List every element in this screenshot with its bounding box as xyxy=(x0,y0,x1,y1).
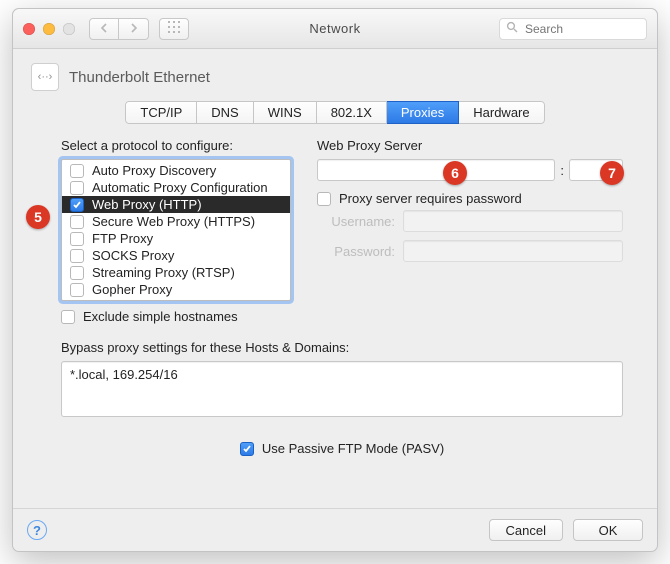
search-field[interactable] xyxy=(499,18,647,40)
ok-button[interactable]: OK xyxy=(573,519,643,541)
requires-password-checkbox[interactable] xyxy=(317,192,331,206)
chevron-right-icon xyxy=(130,22,138,36)
window-controls xyxy=(23,23,75,35)
requires-password-label: Proxy server requires password xyxy=(339,191,522,206)
ethernet-icon: ‹··› xyxy=(31,63,59,91)
password-row: Password: xyxy=(317,240,623,262)
passive-ftp-row[interactable]: Use Passive FTP Mode (PASV) xyxy=(240,441,444,456)
show-all-button[interactable] xyxy=(159,18,189,40)
username-row: Username: xyxy=(317,210,623,232)
username-label: Username: xyxy=(317,214,395,229)
protocol-label: Automatic Proxy Configuration xyxy=(92,180,268,195)
web-proxy-server-label: Web Proxy Server xyxy=(317,138,623,153)
protocol-checkbox[interactable] xyxy=(70,266,84,280)
protocol-row[interactable]: Streaming Proxy (RTSP) xyxy=(62,264,290,281)
protocol-label: Secure Web Proxy (HTTPS) xyxy=(92,214,255,229)
proxy-host-input[interactable] xyxy=(317,159,555,181)
connection-name: Thunderbolt Ethernet xyxy=(69,69,210,86)
exclude-simple-label: Exclude simple hostnames xyxy=(83,309,238,324)
protocol-checkbox[interactable] xyxy=(70,181,84,195)
protocol-label: Web Proxy (HTTP) xyxy=(92,197,202,212)
protocol-row[interactable]: SOCKS Proxy xyxy=(62,247,290,264)
username-input xyxy=(403,210,623,232)
zoom-window-button xyxy=(63,23,75,35)
exclude-simple-checkbox[interactable] xyxy=(61,310,75,324)
bypass-value: *.local, 169.254/16 xyxy=(70,367,178,382)
grid-icon xyxy=(168,21,180,36)
protocol-label: SOCKS Proxy xyxy=(92,248,174,263)
password-input xyxy=(403,240,623,262)
protocol-checkbox[interactable] xyxy=(70,164,84,178)
protocol-checkbox[interactable] xyxy=(70,249,84,263)
password-label: Password: xyxy=(317,244,395,259)
protocol-checkbox[interactable] xyxy=(70,198,84,212)
protocol-row[interactable]: FTP Proxy xyxy=(62,230,290,247)
protocol-label: FTP Proxy xyxy=(92,231,153,246)
nav-back-forward xyxy=(89,18,149,40)
protocol-list[interactable]: Auto Proxy Discovery Automatic Proxy Conf… xyxy=(61,159,291,301)
chevron-left-icon xyxy=(100,22,108,36)
tab-proxies[interactable]: Proxies xyxy=(387,101,459,124)
tab-802-1x[interactable]: 802.1X xyxy=(317,101,387,124)
protocol-label: Gopher Proxy xyxy=(92,282,172,297)
protocol-row[interactable]: Web Proxy (HTTP) xyxy=(62,196,290,213)
minimize-window-button[interactable] xyxy=(43,23,55,35)
passive-ftp-checkbox[interactable] xyxy=(240,442,254,456)
callout-badge-5: 5 xyxy=(26,205,50,229)
protocol-checkbox[interactable] xyxy=(70,283,84,297)
select-protocol-label: Select a protocol to configure: xyxy=(61,138,291,153)
callout-badge-6: 6 xyxy=(443,161,467,185)
bypass-textarea[interactable]: *.local, 169.254/16 xyxy=(61,361,623,417)
protocol-label: Streaming Proxy (RTSP) xyxy=(92,265,235,280)
bypass-label: Bypass proxy settings for these Hosts & … xyxy=(61,340,623,355)
requires-password-row[interactable]: Proxy server requires password xyxy=(317,191,623,206)
close-window-button[interactable] xyxy=(23,23,35,35)
search-icon xyxy=(506,21,523,36)
tab-tcp-ip[interactable]: TCP/IP xyxy=(125,101,197,124)
network-advanced-window: Network ‹··› Thunderbolt Ethernet TCP/IP… xyxy=(12,8,658,552)
proxies-pane: Select a protocol to configure: Auto Pro… xyxy=(13,138,657,508)
tabs-row: TCP/IPDNSWINS802.1XProxiesHardware xyxy=(13,97,657,138)
cancel-button[interactable]: Cancel xyxy=(489,519,563,541)
tab-wins[interactable]: WINS xyxy=(254,101,317,124)
nav-back-button[interactable] xyxy=(89,18,119,40)
sheet-footer: ? Cancel OK xyxy=(13,508,657,551)
protocol-row[interactable]: Gopher Proxy xyxy=(62,281,290,298)
passive-ftp-label: Use Passive FTP Mode (PASV) xyxy=(262,441,444,456)
protocol-row[interactable]: Secure Web Proxy (HTTPS) xyxy=(62,213,290,230)
help-button[interactable]: ? xyxy=(27,520,47,540)
titlebar: Network xyxy=(13,9,657,49)
connection-header: ‹··› Thunderbolt Ethernet xyxy=(13,49,657,97)
nav-forward-button[interactable] xyxy=(119,18,149,40)
search-input[interactable] xyxy=(523,21,640,37)
proxy-server-row: : xyxy=(317,159,623,181)
host-port-separator: : xyxy=(560,163,564,178)
callout-badge-7: 7 xyxy=(600,161,624,185)
tab-hardware[interactable]: Hardware xyxy=(459,101,544,124)
protocol-row[interactable]: Automatic Proxy Configuration xyxy=(62,179,290,196)
tabs: TCP/IPDNSWINS802.1XProxiesHardware xyxy=(125,101,544,124)
protocol-row[interactable]: Auto Proxy Discovery xyxy=(62,162,290,179)
protocol-checkbox[interactable] xyxy=(70,215,84,229)
protocol-checkbox[interactable] xyxy=(70,232,84,246)
tab-dns[interactable]: DNS xyxy=(197,101,253,124)
exclude-simple-hostnames[interactable]: Exclude simple hostnames xyxy=(61,309,291,324)
protocol-label: Auto Proxy Discovery xyxy=(92,163,216,178)
